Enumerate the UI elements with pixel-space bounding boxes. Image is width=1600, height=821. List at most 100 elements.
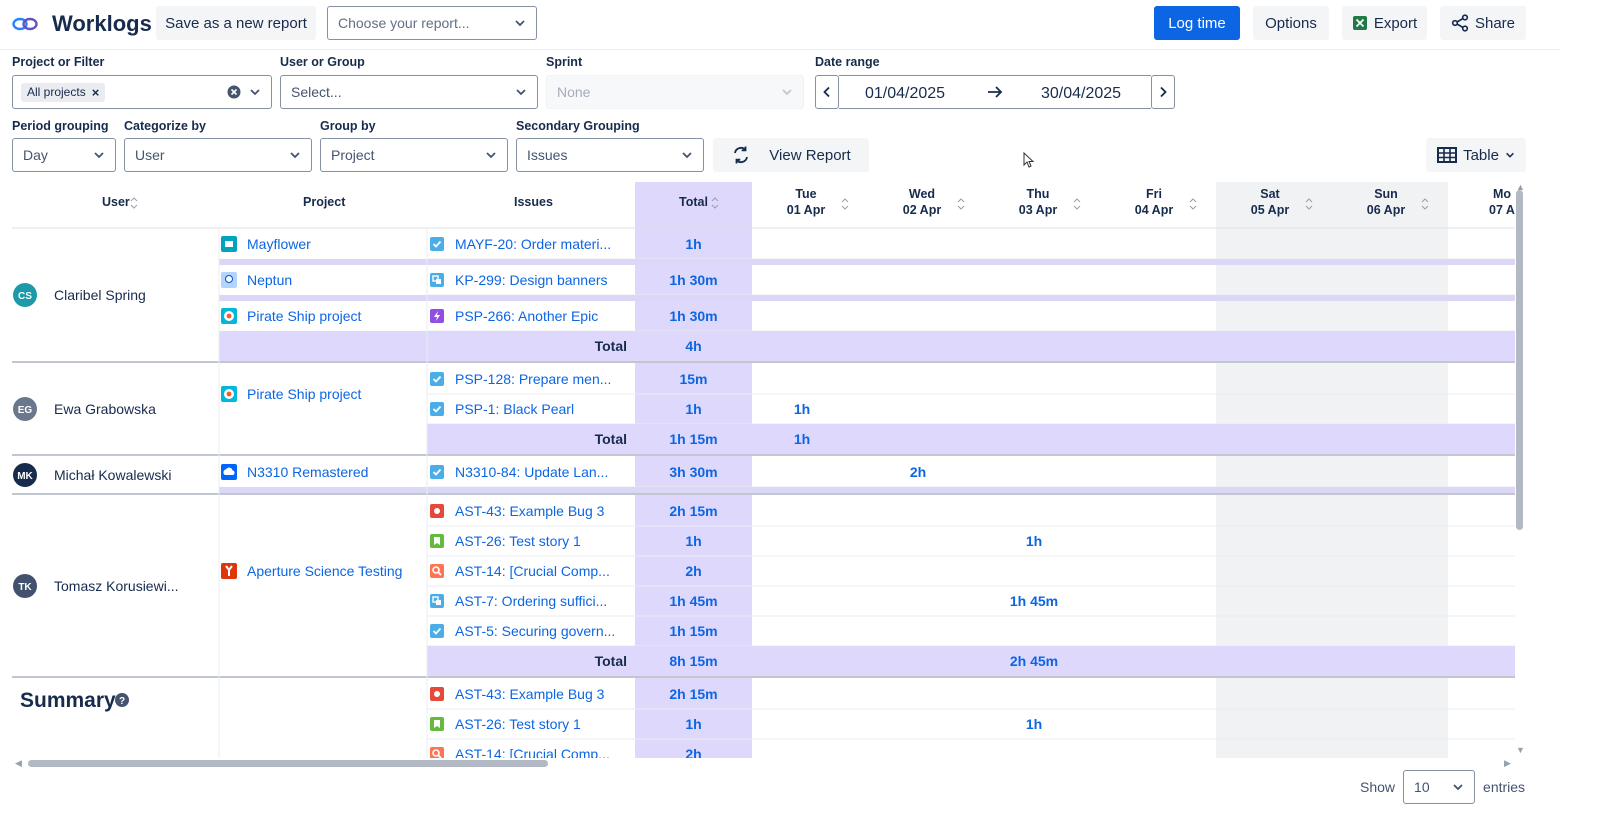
sort-icon[interactable] xyxy=(1073,198,1081,210)
group-by-label: Group by xyxy=(320,119,376,133)
page-size-select[interactable]: 10 xyxy=(1403,770,1476,804)
issue-link[interactable]: AST-43: Example Bug 3 xyxy=(455,686,605,702)
project-link[interactable]: Pirate Ship project xyxy=(247,386,362,402)
date-next-button[interactable] xyxy=(1151,75,1175,109)
view-mode-button[interactable]: Table xyxy=(1426,138,1526,172)
sort-icon[interactable] xyxy=(130,197,138,209)
issue-link[interactable]: N3310-84: Update Lan... xyxy=(455,464,608,480)
period-grouping-select[interactable]: Day xyxy=(12,138,116,172)
date-range-label: Date range xyxy=(815,55,880,69)
scroll-right-icon[interactable]: ▶ xyxy=(1504,758,1511,769)
categorize-by-select[interactable]: User xyxy=(124,138,312,172)
avatar-initials: MK xyxy=(17,471,33,482)
group-by-select[interactable]: Project xyxy=(320,138,508,172)
arrow-right-icon xyxy=(988,86,1003,98)
bug-dot xyxy=(434,508,440,514)
task-icon xyxy=(430,465,444,479)
date-to[interactable]: 30/04/2025 xyxy=(1041,85,1121,103)
share-icon xyxy=(1451,14,1469,32)
secondary-grouping-value: Issues xyxy=(527,147,568,163)
chip-remove-icon[interactable]: × xyxy=(92,85,100,100)
sort-icon[interactable] xyxy=(957,198,965,210)
user-filter-label: User or Group xyxy=(280,55,365,69)
mouse-cursor-icon xyxy=(1023,152,1035,168)
chevron-down-icon xyxy=(1506,152,1514,158)
chevron-left-icon xyxy=(823,86,830,98)
lifebuoy-center xyxy=(226,313,232,319)
issue-total: 2h 15m xyxy=(669,503,717,519)
issue-link[interactable]: AST-26: Test story 1 xyxy=(455,716,581,732)
date-prev-button[interactable] xyxy=(815,75,839,109)
project-spacer xyxy=(219,487,1515,493)
view-report-button[interactable]: View Report xyxy=(713,138,869,172)
scroll-left-icon[interactable]: ◀ xyxy=(15,758,22,769)
report-table-canvas: User Project Issues Total Tue 01 Apr Wed 02 Apr… xyxy=(12,182,1515,758)
show-label: Show xyxy=(1360,779,1396,795)
user-name: Ewa Grabowska xyxy=(54,401,156,417)
project-link[interactable]: Neptun xyxy=(247,272,292,288)
issue-link[interactable]: AST-7: Ordering suffici... xyxy=(455,593,607,609)
project-filter-select[interactable]: All projects × xyxy=(12,75,272,109)
project-link[interactable]: Aperture Science Testing xyxy=(247,563,402,579)
log-time-button[interactable]: Log time xyxy=(1154,6,1240,40)
header-user[interactable]: User xyxy=(102,195,130,209)
issue-link[interactable]: PSP-1: Black Pearl xyxy=(455,401,574,417)
user-filter-select[interactable]: Select... xyxy=(280,75,538,109)
options-button[interactable]: Options xyxy=(1253,6,1329,40)
export-label: Export xyxy=(1373,14,1418,32)
issue-total: 1h 30m xyxy=(669,272,717,288)
view-report-label: View Report xyxy=(769,146,851,164)
header-day-name: Tue xyxy=(795,187,816,201)
pagination: Show 10 entries xyxy=(1360,770,1525,804)
issue-total: 1h xyxy=(685,533,701,549)
save-as-new-report-button[interactable]: Save as a new report xyxy=(156,6,316,40)
scroll-down-icon[interactable]: ▼ xyxy=(1516,745,1525,755)
vertical-scrollbar[interactable] xyxy=(1516,190,1523,530)
issue-link[interactable]: AST-14: [Crucial Comp... xyxy=(455,746,610,758)
date-range-field[interactable]: 01/04/2025 30/04/2025 xyxy=(839,75,1151,109)
header-day-date: 01 Apr xyxy=(787,203,826,217)
issue-link[interactable]: AST-14: [Crucial Comp... xyxy=(455,563,610,579)
group-total-label: Total xyxy=(595,653,627,669)
issue-total: 15m xyxy=(679,371,707,387)
secondary-grouping-select[interactable]: Issues xyxy=(516,138,704,172)
entries-label: entries xyxy=(1483,779,1526,795)
period-grouping-value: Day xyxy=(23,147,48,163)
group-total-label: Total xyxy=(595,431,627,447)
issue-day-value: 1h xyxy=(794,401,810,417)
horizontal-scrollbar[interactable] xyxy=(28,760,548,767)
project-spacer xyxy=(219,295,1515,301)
issue-link[interactable]: KP-299: Design banners xyxy=(455,272,608,288)
sort-icon[interactable] xyxy=(841,198,849,210)
chevron-down-icon xyxy=(486,152,496,159)
user-name: Michał Kowalewski xyxy=(54,467,171,483)
project-chip[interactable]: All projects × xyxy=(21,82,106,102)
header-total[interactable]: Total xyxy=(679,195,708,209)
issue-total: 2h xyxy=(685,563,701,579)
issue-link[interactable]: PSP-128: Prepare men... xyxy=(455,371,611,387)
project-chip-label: All projects xyxy=(27,85,86,99)
issue-link[interactable]: MAYF-20: Order materi... xyxy=(455,236,611,252)
user-name: Claribel Spring xyxy=(54,287,146,303)
header-day-date: 02 Apr xyxy=(903,203,942,217)
chevron-down-icon xyxy=(682,152,692,159)
project-link[interactable]: N3310 Remastered xyxy=(247,464,368,480)
clear-icon[interactable] xyxy=(227,85,241,99)
project-link[interactable]: Mayflower xyxy=(247,236,311,252)
issue-link[interactable]: AST-5: Securing govern... xyxy=(455,623,615,639)
issue-link[interactable]: PSP-266: Another Epic xyxy=(455,308,598,324)
task-icon xyxy=(430,624,444,638)
page-size-value: 10 xyxy=(1414,779,1430,795)
date-from[interactable]: 01/04/2025 xyxy=(865,85,945,103)
worklogs-logo-icon xyxy=(12,17,38,31)
project-link[interactable]: Pirate Ship project xyxy=(247,308,362,324)
scroll-up-icon[interactable]: ▲ xyxy=(1516,182,1525,192)
issue-link[interactable]: AST-43: Example Bug 3 xyxy=(455,503,605,519)
share-button[interactable]: Share xyxy=(1440,6,1526,40)
task-icon xyxy=(430,402,444,416)
issue-link[interactable]: AST-26: Test story 1 xyxy=(455,533,581,549)
period-grouping-label: Period grouping xyxy=(12,119,109,133)
report-select[interactable]: Choose your report... xyxy=(327,6,537,40)
export-button[interactable]: Export xyxy=(1342,6,1427,40)
sort-icon[interactable] xyxy=(1189,198,1197,210)
